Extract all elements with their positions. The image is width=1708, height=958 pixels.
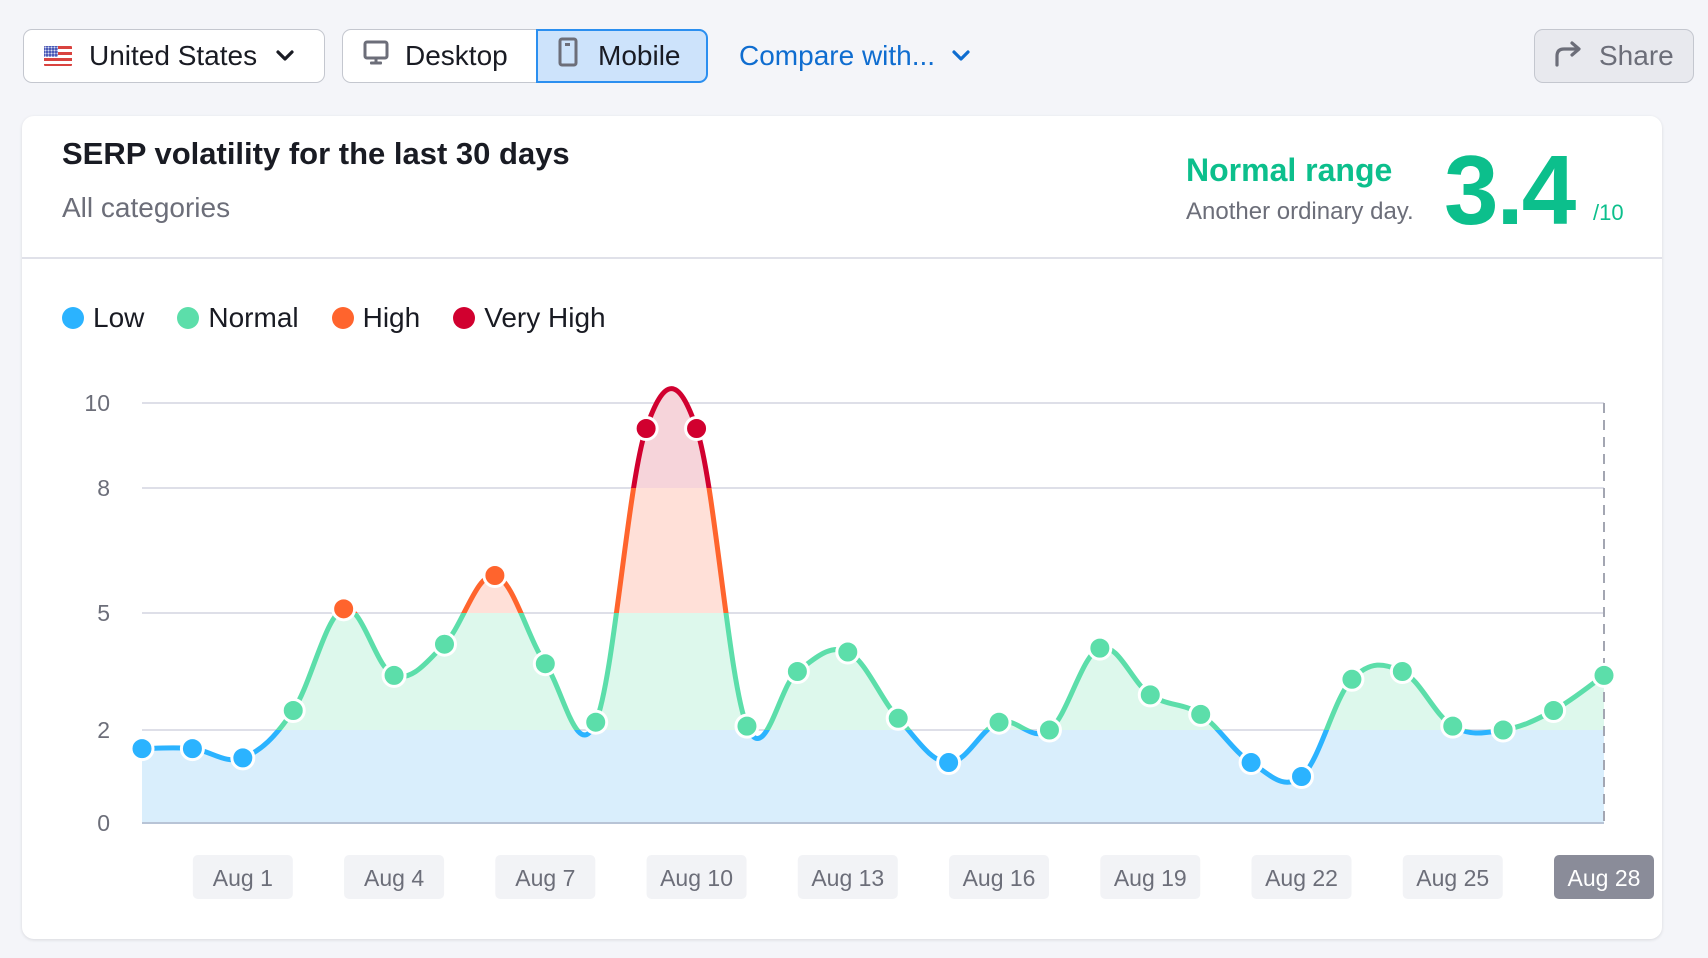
- x-tick-label: Aug 10: [660, 865, 733, 891]
- data-point: [784, 659, 810, 684]
- data-point: [936, 750, 962, 776]
- data-point: [583, 709, 609, 735]
- area-fill-low: [142, 730, 1604, 823]
- data-point: [734, 713, 760, 739]
- volatility-chart: 0 2 5 8 10 Aug 1 Aug 4 Aug 7 Aug 10 Aug 13 Aug 16 A…: [84, 386, 1654, 899]
- x-tick-label: Aug 4: [364, 865, 424, 891]
- data-point: [1591, 662, 1617, 688]
- data-point: [1188, 701, 1214, 727]
- y-tick-label: 5: [97, 600, 110, 626]
- data-point: [986, 709, 1012, 735]
- x-tick-label: Aug 19: [1114, 865, 1187, 891]
- x-tick-label: Aug 1: [213, 865, 273, 891]
- data-point: [1490, 717, 1516, 743]
- x-tick-label: Aug 28: [1568, 865, 1641, 891]
- data-point: [885, 705, 911, 731]
- data-point: [1036, 717, 1062, 743]
- data-point: [835, 639, 861, 665]
- data-point: [129, 736, 155, 762]
- x-tick-label: Aug 16: [963, 865, 1036, 891]
- y-tick-label: 2: [97, 717, 110, 743]
- data-point: [1440, 713, 1466, 739]
- data-point: [1238, 750, 1264, 776]
- y-tick-label: 0: [97, 810, 110, 836]
- data-point: [633, 416, 659, 441]
- data-point: [381, 662, 407, 688]
- x-tick-label: Aug 7: [515, 865, 575, 891]
- x-tick-label: Aug 13: [811, 865, 884, 891]
- data-point: [331, 596, 357, 622]
- data-point: [179, 736, 205, 762]
- x-tick-label: Aug 22: [1265, 865, 1338, 891]
- data-point: [230, 745, 256, 771]
- data-point: [1087, 635, 1113, 661]
- data-point: [1137, 682, 1163, 708]
- x-tick-label: Aug 25: [1416, 865, 1489, 891]
- data-point: [684, 416, 710, 441]
- data-point: [431, 631, 457, 657]
- data-point: [1389, 659, 1415, 684]
- y-tick-label: 10: [84, 390, 110, 416]
- data-point: [482, 563, 508, 588]
- data-point: [280, 698, 306, 723]
- data-point: [532, 651, 558, 677]
- data-point: [1289, 764, 1315, 789]
- data-point: [1541, 698, 1567, 723]
- y-tick-label: 8: [97, 475, 110, 501]
- data-point: [1339, 666, 1365, 692]
